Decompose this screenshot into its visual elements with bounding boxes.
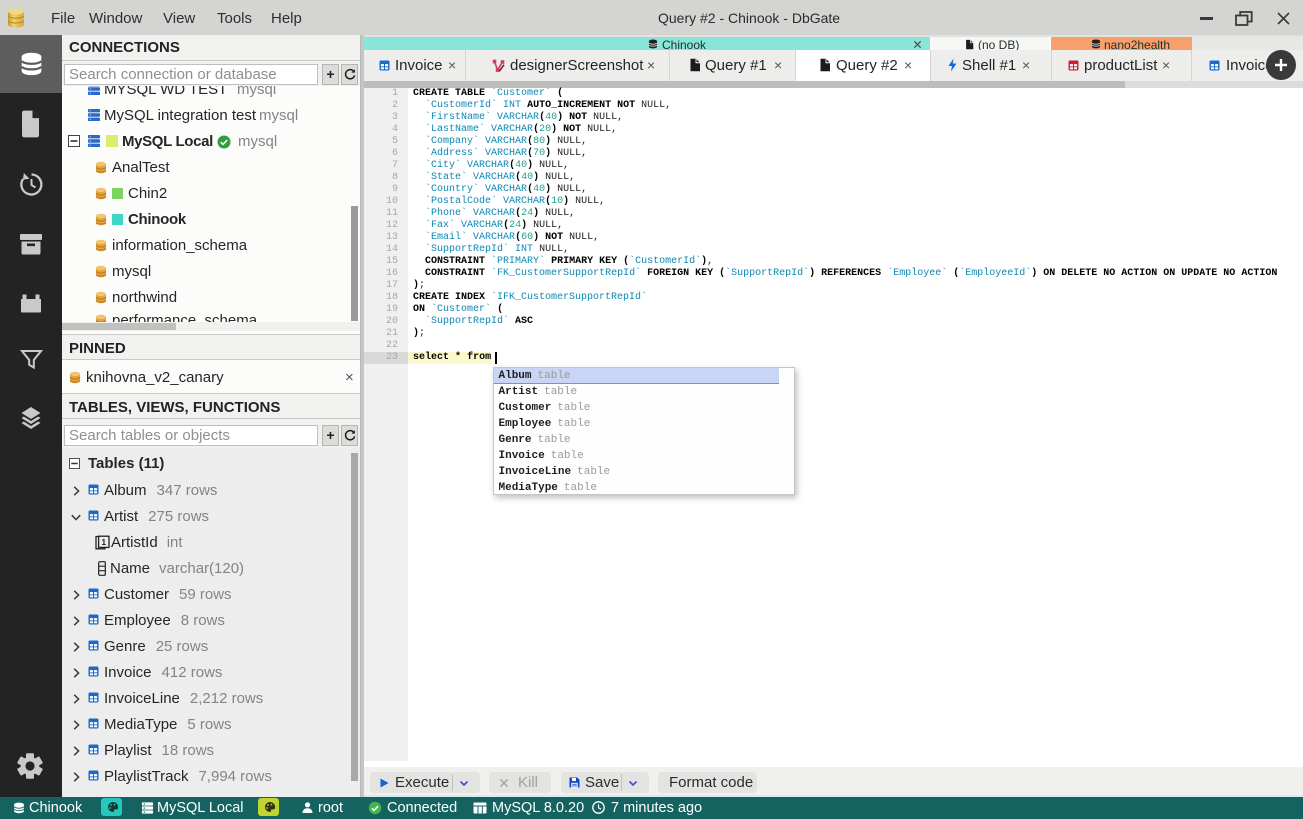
svg-text:1: 1 (101, 537, 106, 547)
